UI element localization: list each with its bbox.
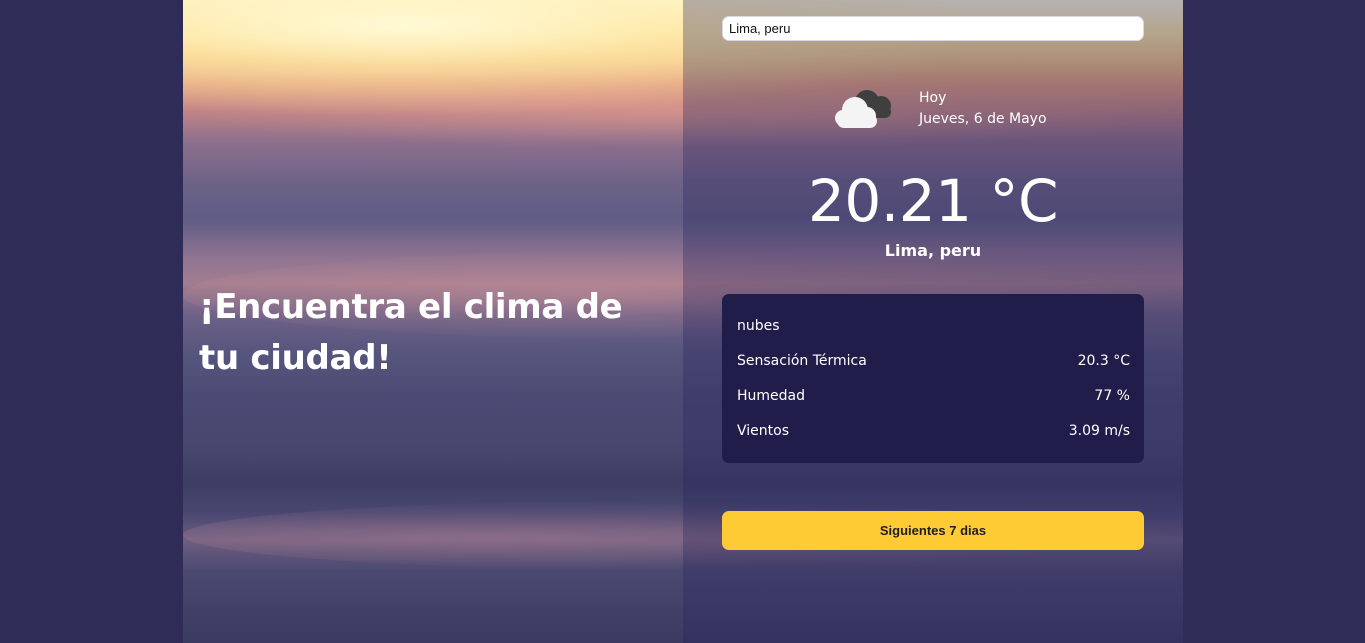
- next-7-days-button[interactable]: Siguientes 7 dias: [722, 511, 1144, 550]
- wind-label: Vientos: [737, 423, 789, 439]
- current-date: Jueves, 6 de Mayo: [919, 111, 1047, 127]
- wind-value: 3.09 m/s: [1068, 423, 1130, 439]
- city-search-input[interactable]: [722, 16, 1144, 41]
- current-temperature: 20.21 °C: [808, 167, 1058, 235]
- hero-panel: ¡Encuentra el clima de tu ciudad!: [183, 0, 683, 643]
- current-city: Lima, peru: [884, 241, 982, 260]
- hero-headline: ¡Encuentra el clima de tu ciudad!: [199, 287, 623, 378]
- feels-like-label: Sensación Térmica: [737, 353, 867, 369]
- weather-panel: Hoy Jueves, 6 de Mayo 20.21 °C Lima, per…: [683, 0, 1183, 643]
- weather-app: ¡Encuentra el clima de tu ciudad! Hoy Ju…: [183, 0, 1183, 643]
- wind-row: Vientos 3.09 m/s: [737, 419, 1130, 454]
- cloud-icon: [835, 90, 891, 128]
- today-label: Hoy: [919, 90, 947, 106]
- feels-like-row: Sensación Térmica 20.3 °C: [737, 349, 1130, 384]
- humidity-row: Humedad 77 %: [737, 384, 1130, 419]
- humidity-label: Humedad: [737, 388, 806, 404]
- today-info: Hoy Jueves, 6 de Mayo: [919, 88, 1047, 130]
- humidity-value: 77 %: [1094, 388, 1130, 404]
- weather-details-card: nubes Sensación Térmica 20.3 °C Humedad …: [722, 294, 1144, 463]
- feels-like-value: 20.3 °C: [1077, 353, 1130, 369]
- weather-description: nubes: [737, 318, 780, 334]
